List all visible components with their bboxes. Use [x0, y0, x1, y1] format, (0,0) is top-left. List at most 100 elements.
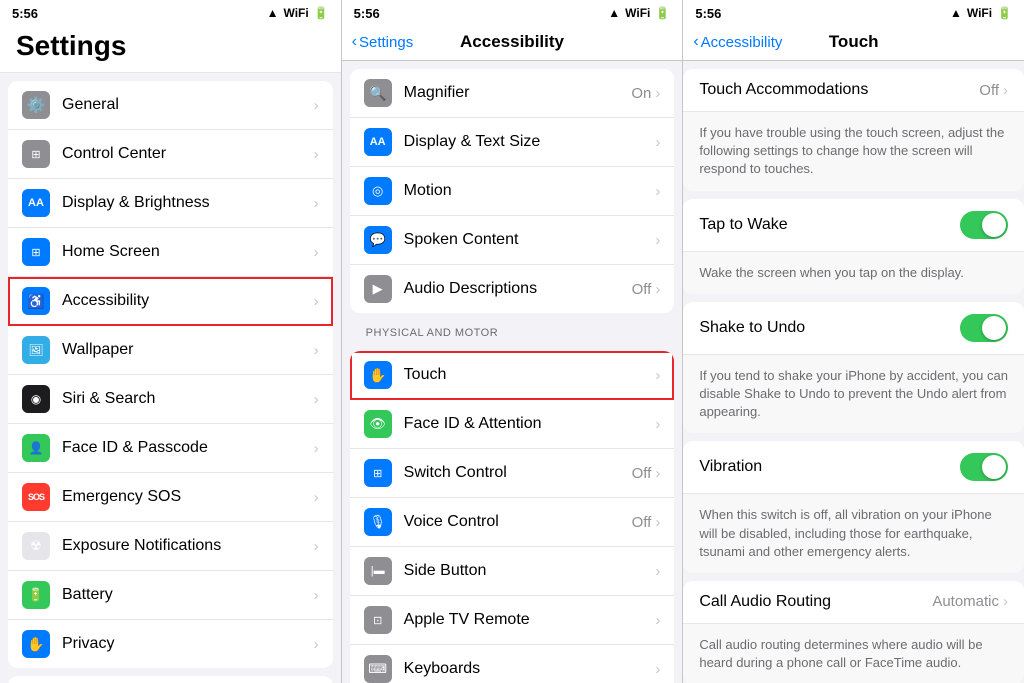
back-label-2: Accessibility — [701, 34, 783, 51]
motion-label: Motion — [404, 182, 656, 200]
status-icons-3: ▲ WiFi 🔋 — [950, 6, 1012, 20]
settings-item-home-screen[interactable]: ⊞ Home Screen › — [8, 228, 333, 277]
back-label-1: Settings — [359, 34, 413, 51]
wallpaper-icon: 🖼 — [22, 336, 50, 364]
shake-to-undo-label: Shake to Undo — [699, 319, 805, 337]
settings-item-exposure[interactable]: ☢ Exposure Notifications › — [8, 522, 333, 571]
vibration-desc: When this switch is off, all vibration o… — [699, 507, 991, 558]
touch-title: Touch — [829, 32, 879, 52]
acc-item-switch[interactable]: ⊞ Switch Control Off › — [350, 449, 675, 498]
touch-accommodations-chevron: › — [1003, 82, 1008, 99]
magnifier-label: Magnifier — [404, 84, 632, 102]
vibration-knob — [982, 455, 1006, 479]
physical-motor-section: ✋ Touch › 👁 Face ID & Attention › ⊞ Swit… — [350, 351, 675, 683]
settings-item-wallpaper[interactable]: 🖼 Wallpaper › — [8, 326, 333, 375]
acc-item-keyboards[interactable]: ⌨ Keyboards › — [350, 645, 675, 683]
settings-item-accessibility[interactable]: ♿ Accessibility › — [8, 277, 333, 326]
settings-item-control-center[interactable]: ⊞ Control Center › — [8, 130, 333, 179]
status-bar-1: 5:56 ▲ WiFi 🔋 — [0, 0, 341, 26]
shake-to-undo-row[interactable]: Shake to Undo — [683, 302, 1024, 355]
exposure-icon: ☢ — [22, 532, 50, 560]
settings-item-privacy[interactable]: ✋ Privacy › — [8, 620, 333, 668]
panel-accessibility: 5:56 ▲ WiFi 🔋 ‹ Settings Accessibility 🔍… — [342, 0, 684, 683]
call-audio-desc: Call audio routing determines where audi… — [699, 637, 982, 670]
signal-icon-1: ▲ — [267, 6, 279, 20]
wifi-icon-3: WiFi — [967, 6, 992, 20]
call-audio-chevron: › — [1003, 593, 1008, 610]
touch-accommodations-label: Touch Accommodations — [699, 81, 868, 99]
acc-item-faceid-attn[interactable]: 👁 Face ID & Attention › — [350, 400, 675, 449]
back-button-touch[interactable]: ‹ Accessibility — [693, 33, 782, 51]
settings-item-siri[interactable]: ◉ Siri & Search › — [8, 375, 333, 424]
settings-item-faceid[interactable]: 👤 Face ID & Passcode › — [8, 424, 333, 473]
battery-icon: 🔋 — [22, 581, 50, 609]
back-chevron-1: ‹ — [352, 33, 357, 51]
touch-settings-scroll: Touch Accommodations Off › If you have t… — [683, 61, 1024, 683]
settings-item-emergency[interactable]: SOS Emergency SOS › — [8, 473, 333, 522]
settings-item-battery[interactable]: 🔋 Battery › — [8, 571, 333, 620]
privacy-icon: ✋ — [22, 630, 50, 658]
call-audio-section: Call Audio Routing Automatic › Call audi… — [683, 581, 1024, 683]
control-center-label: Control Center — [62, 145, 314, 163]
acc-item-display[interactable]: AA Display & Text Size › — [350, 118, 675, 167]
acc-item-touch[interactable]: ✋ Touch › — [350, 351, 675, 400]
faceid-attn-label: Face ID & Attention — [404, 415, 656, 433]
panel-settings: 5:56 ▲ WiFi 🔋 Settings ⚙️ General › ⊞ Co… — [0, 0, 342, 683]
display-label: Display & Brightness — [62, 194, 314, 212]
call-audio-value: Automatic — [932, 593, 999, 610]
vibration-row[interactable]: Vibration — [683, 441, 1024, 494]
voice-label: Voice Control — [404, 513, 632, 531]
acc-item-motion[interactable]: ◎ Motion › — [350, 167, 675, 216]
panel1-title: Settings — [16, 30, 325, 62]
shake-to-undo-toggle[interactable] — [960, 314, 1008, 342]
accessibility-nav: ‹ Settings Accessibility — [342, 26, 683, 61]
call-audio-row[interactable]: Call Audio Routing Automatic › — [683, 581, 1024, 624]
general-label: General — [62, 96, 314, 114]
exposure-label: Exposure Notifications — [62, 537, 314, 555]
touch-accommodations-section: Touch Accommodations Off › If you have t… — [683, 69, 1024, 191]
side-btn-icon: |▬ — [364, 557, 392, 585]
spoken-icon: 💬 — [364, 226, 392, 254]
acc-item-appletv[interactable]: ⊡ Apple TV Remote › — [350, 596, 675, 645]
vibration-label: Vibration — [699, 458, 762, 476]
tap-to-wake-section: Tap to Wake Wake the screen when you tap… — [683, 199, 1024, 294]
emergency-icon: SOS — [22, 483, 50, 511]
tap-to-wake-desc: Wake the screen when you tap on the disp… — [699, 265, 964, 280]
acc-item-magnifier[interactable]: 🔍 Magnifier On › — [350, 69, 675, 118]
signal-icon-2: ▲ — [608, 6, 620, 20]
appletv-icon: ⊡ — [364, 606, 392, 634]
acc-item-audio-desc[interactable]: ▶ Audio Descriptions Off › — [350, 265, 675, 313]
vibration-toggle[interactable] — [960, 453, 1008, 481]
acc-item-side-btn[interactable]: |▬ Side Button › — [350, 547, 675, 596]
signal-icon-3: ▲ — [950, 6, 962, 20]
touch-accommodations-value: Off — [979, 82, 999, 99]
emergency-label: Emergency SOS — [62, 488, 314, 506]
shake-to-undo-desc: If you tend to shake your iPhone by acci… — [699, 368, 1008, 419]
switch-icon: ⊞ — [364, 459, 392, 487]
settings-item-general[interactable]: ⚙️ General › — [8, 81, 333, 130]
siri-label: Siri & Search — [62, 390, 314, 408]
back-button-accessibility[interactable]: ‹ Settings — [352, 33, 414, 51]
acc-item-spoken[interactable]: 💬 Spoken Content › — [350, 216, 675, 265]
status-icons-1: ▲ WiFi 🔋 — [267, 6, 329, 20]
general-icon: ⚙️ — [22, 91, 50, 119]
shake-to-undo-section: Shake to Undo If you tend to shake your … — [683, 302, 1024, 434]
tap-to-wake-desc-row: Wake the screen when you tap on the disp… — [683, 252, 1024, 294]
faceid-label: Face ID & Passcode — [62, 439, 314, 457]
time-1: 5:56 — [12, 6, 38, 21]
wifi-icon-1: WiFi — [284, 6, 309, 20]
battery-icon-2: 🔋 — [655, 6, 670, 20]
settings-item-appstore[interactable]: A App Store › — [8, 676, 333, 683]
shake-to-undo-knob — [982, 316, 1006, 340]
acc-display-label: Display & Text Size — [404, 133, 656, 151]
touch-accommodations-header: Touch Accommodations Off › — [699, 81, 1008, 99]
settings-item-display[interactable]: AA Display & Brightness › — [8, 179, 333, 228]
touch-accommodations-row[interactable]: Touch Accommodations Off › — [683, 69, 1024, 112]
bottom-settings-section: A App Store › 💳 Wallet & Apple Pay › 🔑 P… — [8, 676, 333, 683]
voice-icon: 🎙 — [364, 508, 392, 536]
acc-item-voice[interactable]: 🎙 Voice Control Off › — [350, 498, 675, 547]
tap-to-wake-toggle[interactable] — [960, 211, 1008, 239]
time-2: 5:56 — [354, 6, 380, 21]
tap-to-wake-row[interactable]: Tap to Wake — [683, 199, 1024, 252]
switch-label: Switch Control — [404, 464, 632, 482]
